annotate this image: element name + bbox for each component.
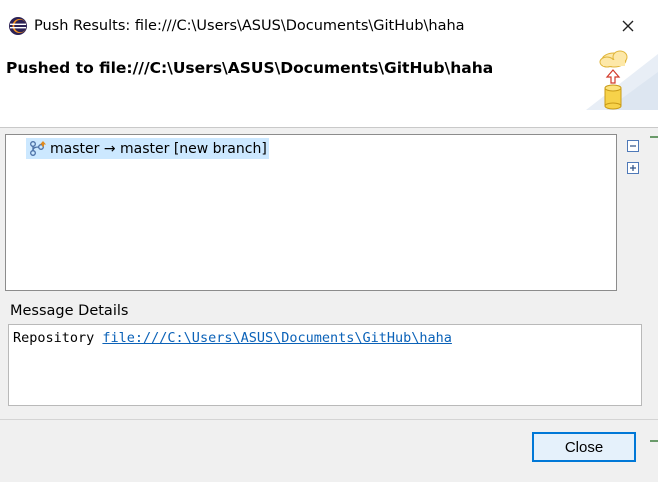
- collapse-all-icon[interactable]: [626, 139, 640, 153]
- branch-push-icon: [30, 140, 46, 156]
- divider: [0, 419, 658, 420]
- repository-label: Repository: [13, 330, 103, 346]
- push-results-tree[interactable]: master → master [new branch]: [5, 134, 617, 291]
- edge-decoration: [650, 440, 658, 442]
- message-details-box[interactable]: Repository file:///C:\Users\ASUS\Documen…: [8, 324, 642, 406]
- close-button[interactable]: Close: [532, 432, 636, 462]
- edge-decoration: [650, 136, 658, 138]
- tree-item-master-branch[interactable]: master → master [new branch]: [26, 138, 269, 159]
- dialog-header: Pushed to file:///C:\Users\ASUS\Document…: [0, 50, 658, 128]
- page-title: Pushed to file:///C:\Users\ASUS\Document…: [6, 59, 494, 77]
- details-text: Repository file:///C:\Users\ASUS\Documen…: [13, 329, 452, 347]
- expand-all-icon[interactable]: [626, 161, 640, 175]
- close-window-icon[interactable]: [612, 11, 644, 41]
- title-bar: Push Results: file:///C:\Users\ASUS\Docu…: [0, 0, 658, 52]
- repository-link[interactable]: file:///C:\Users\ASUS\Documents\GitHub\h…: [102, 330, 452, 346]
- cloud-push-icon: [586, 50, 658, 110]
- tree-item-label: master → master [new branch]: [50, 140, 267, 157]
- eclipse-icon: [9, 17, 27, 35]
- window-title: Push Results: file:///C:\Users\ASUS\Docu…: [34, 18, 465, 34]
- message-details-label: Message Details: [10, 303, 129, 319]
